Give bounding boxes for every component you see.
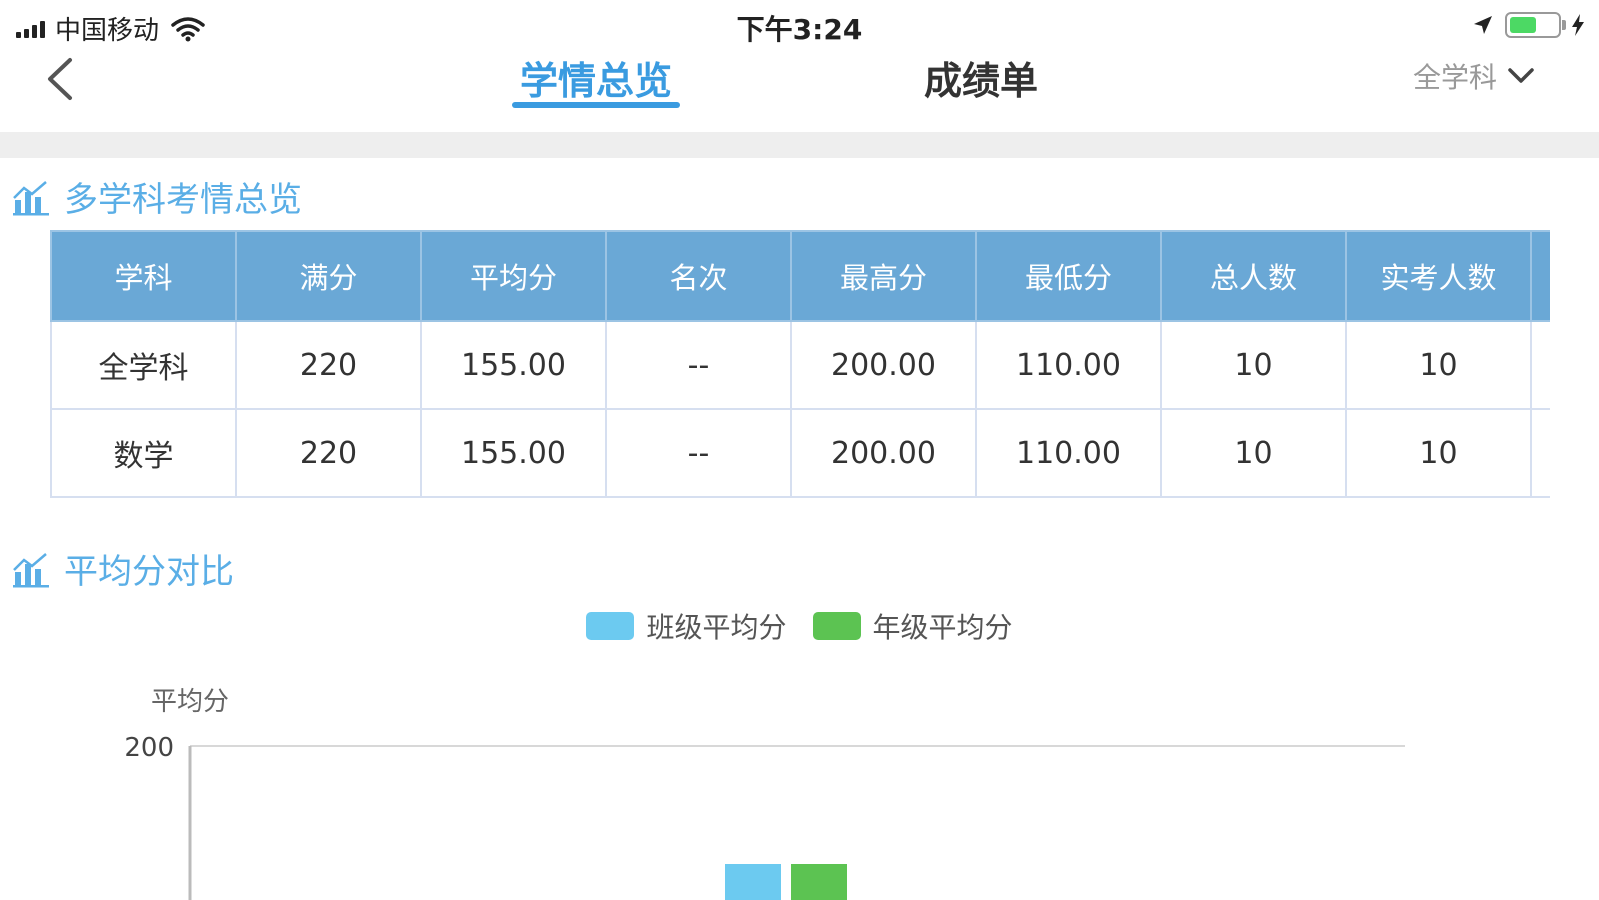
table-cell: 220 xyxy=(235,320,422,410)
tab-score-report-label: 成绩单 xyxy=(923,59,1038,103)
y-axis-title: 平均分 xyxy=(151,687,229,717)
column-header: 最低分 xyxy=(975,230,1162,322)
table-header-row: 学科 满分 平均分 名次 最高分 最低分 总人数 实考人数 缺 xyxy=(50,230,1550,322)
subject-filter-label: 全学科 xyxy=(1412,61,1497,94)
tab-score-report[interactable]: 成绩单 xyxy=(918,50,1044,105)
column-header: 学科 xyxy=(50,230,237,322)
column-header: 缺 xyxy=(1530,230,1550,322)
chart-bars-group xyxy=(725,864,847,900)
y-tick-label: 200 xyxy=(124,733,174,763)
column-header: 满分 xyxy=(235,230,422,322)
section-divider xyxy=(0,132,1599,158)
status-bar: 中国移动 下午3:24 xyxy=(0,0,1599,50)
column-header: 名次 xyxy=(605,230,792,322)
chart-legend: 班级平均分 年级平均分 xyxy=(0,606,1599,646)
table-cell: 155.00 xyxy=(420,408,607,498)
column-header: 平均分 xyxy=(420,230,607,322)
column-header: 实考人数 xyxy=(1345,230,1532,322)
table-cell: 10 xyxy=(1160,408,1347,498)
table-cell: 10 xyxy=(1345,320,1532,410)
legend-swatch xyxy=(586,612,635,640)
table-cell: 110.00 xyxy=(975,320,1162,410)
table-cell: -- xyxy=(605,320,792,410)
table-cell: 数学 xyxy=(50,408,237,498)
table-cell: 10 xyxy=(1345,408,1532,498)
overview-table: 学科 满分 平均分 名次 最高分 最低分 总人数 实考人数 缺 全学科 220 … xyxy=(50,230,1550,498)
overview-title: 多学科考情总览 xyxy=(64,180,302,220)
column-header: 最高分 xyxy=(790,230,977,322)
status-time: 下午3:24 xyxy=(736,13,863,46)
table-cell: 155.00 xyxy=(420,320,607,410)
overview-table-container[interactable]: 学科 满分 平均分 名次 最高分 最低分 总人数 实考人数 缺 全学科 220 … xyxy=(50,230,1550,498)
table-cell: 全学科 xyxy=(50,320,237,410)
legend-swatch xyxy=(812,612,861,640)
table-cell: 10 xyxy=(1160,320,1347,410)
table-row: 数学 220 155.00 -- 200.00 110.00 10 10 xyxy=(50,408,1550,498)
overview-section-title: 多学科考情总览 xyxy=(12,172,302,221)
location-arrow-icon xyxy=(1474,16,1492,34)
table-cell: 200.00 xyxy=(790,408,977,498)
legend-item-class-average[interactable]: 班级平均分 xyxy=(586,606,787,646)
bar-class-average xyxy=(725,864,781,900)
comparison-section-title: 平均分对比 xyxy=(12,544,234,593)
legend-label: 班级平均分 xyxy=(646,611,787,644)
column-header: 总人数 xyxy=(1160,230,1347,322)
average-comparison-chart: 平均分 200 xyxy=(124,687,1405,900)
charging-bolt-icon xyxy=(1572,14,1584,36)
legend-label: 年级平均分 xyxy=(872,611,1013,644)
table-row: 全学科 220 155.00 -- 200.00 110.00 10 10 xyxy=(50,320,1550,410)
battery-icon xyxy=(1505,12,1566,38)
table-cell xyxy=(1530,408,1550,498)
table-cell xyxy=(1530,320,1550,410)
chevron-down-icon xyxy=(1508,68,1534,83)
table-cell: 220 xyxy=(235,408,422,498)
active-tab-indicator xyxy=(512,102,680,108)
table-cell: -- xyxy=(605,408,792,498)
battery-level xyxy=(1510,17,1536,33)
bar-chart-icon xyxy=(13,180,49,215)
bar-chart-icon xyxy=(13,552,49,587)
table-cell: 200.00 xyxy=(790,320,977,410)
tab-overview[interactable]: 学情总览 xyxy=(512,50,680,108)
subject-filter-dropdown[interactable]: 全学科 xyxy=(1413,56,1535,96)
table-cell: 110.00 xyxy=(975,408,1162,498)
bar-grade-average xyxy=(791,864,847,900)
back-button[interactable] xyxy=(42,56,82,102)
nav-header: 学情总览 成绩单 全学科 xyxy=(0,50,1599,130)
tab-overview-label: 学情总览 xyxy=(519,59,672,103)
comparison-title: 平均分对比 xyxy=(64,552,234,592)
legend-item-grade-average[interactable]: 年级平均分 xyxy=(812,606,1013,646)
